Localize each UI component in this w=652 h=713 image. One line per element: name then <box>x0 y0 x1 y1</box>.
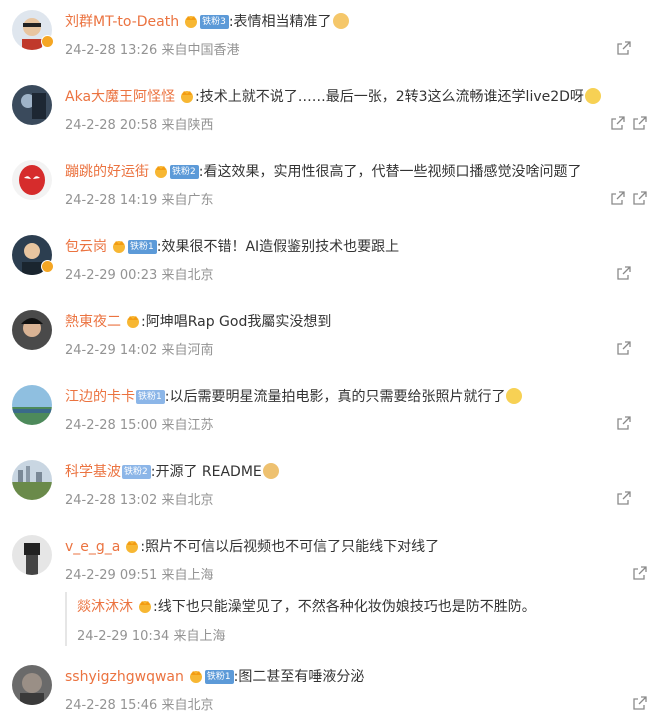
username-link[interactable]: 包云岗 <box>65 239 107 255</box>
crown-badge-icon <box>155 166 167 178</box>
share-icon[interactable] <box>610 115 626 131</box>
comment-time: 24-2-29 09:51 <box>65 568 158 583</box>
comment-time: 24-2-28 13:02 <box>65 493 158 508</box>
avatar[interactable] <box>12 160 52 200</box>
comment-meta: 24-2-28 20:58 来自陕西 <box>65 114 214 133</box>
comment-item: 蹦跳的好运街 铁粉2:看这效果，实用性很高了，代替一些视频口播感觉没啥问题了 24… <box>0 156 652 216</box>
laugh-emoji-icon <box>506 388 523 404</box>
crown-badge-icon <box>189 671 202 683</box>
comment-meta: 24-2-29 00:23 来自北京 <box>65 264 214 283</box>
comment-meta: 24-2-28 15:00 来自江苏 <box>65 414 214 433</box>
verified-badge-icon <box>41 260 54 273</box>
verified-badge-icon <box>41 35 54 48</box>
comment-item: v_e_g_a :照片不可信以后视频也不可信了只能线下对线了 24-2-29 09… <box>0 531 652 591</box>
doge-emoji-icon <box>262 463 279 479</box>
avatar[interactable] <box>12 310 52 350</box>
fan-level-badge: 铁粉2 <box>122 465 151 479</box>
share-icon[interactable] <box>632 695 648 711</box>
fan-level-badge: 铁粉1 <box>128 240 157 254</box>
comment-text: :效果很不错！AI造假鉴别技术也要跟上 <box>156 239 400 255</box>
fan-level-badge: 铁粉1 <box>136 390 165 404</box>
comment-item: 江边的卡卡 铁粉1:以后需要明星流量拍电影，真的只需要给张照片就行了 24-2-2… <box>0 381 652 441</box>
share-icon[interactable] <box>616 490 632 506</box>
comment-meta: 24-2-28 14:19 来自广东 <box>65 189 214 208</box>
share-icon[interactable] <box>616 415 632 431</box>
comment-meta: 24-2-28 13:02 来自北京 <box>65 489 214 508</box>
share-icon[interactable] <box>632 565 648 581</box>
share-icon[interactable] <box>616 40 632 56</box>
avatar[interactable] <box>12 460 52 500</box>
fan-level-badge: 铁粉3 <box>200 15 229 29</box>
comment-meta: 24-2-28 13:26 来自中国香港 <box>65 39 240 58</box>
avatar[interactable] <box>12 535 52 575</box>
comment-time: 24-2-28 13:26 <box>65 43 158 58</box>
username-link[interactable]: 熱東夜二 <box>65 314 121 330</box>
comment-text: :图二甚至有唾液分泌 <box>233 669 365 685</box>
comment-meta: 24-2-29 14:02 来自河南 <box>65 339 214 358</box>
comment-location: 来自北京 <box>161 268 214 283</box>
comment-location: 来自河南 <box>161 343 214 358</box>
comment-meta: 24-2-29 09:51 来自上海 <box>65 564 214 583</box>
thumbs-up-emoji-icon <box>332 13 349 29</box>
crown-badge-icon <box>127 316 139 328</box>
username-link[interactable]: 江边的卡卡 <box>65 389 135 405</box>
comment-text: :开源了 README <box>150 464 262 480</box>
share-icon[interactable] <box>610 190 626 206</box>
username-link[interactable]: 燚沐沐沐 <box>77 599 133 615</box>
comment-text: :以后需要明星流量拍电影，真的只需要给张照片就行了 <box>164 389 506 405</box>
username-link[interactable]: v_e_g_a <box>65 539 120 555</box>
comment-location: 来自中国香港 <box>161 43 240 58</box>
comment-text: :技术上就不说了……最后一张，2转3这么流畅谁还学live2D呀 <box>195 89 584 105</box>
comment-item: 熱東夜二 :阿坤唱Rap God我屬实没想到 24-2-29 14:02 来自河南 <box>0 306 652 366</box>
comment-location: 来自上海 <box>161 568 214 583</box>
comment-item: sshyigzhgwqwan 铁粉1:图二甚至有唾液分泌 24-2-28 15:4… <box>0 661 652 713</box>
comment-item: 科学基波 铁粉2:开源了 README 24-2-28 13:02 来自北京 <box>0 456 652 516</box>
comment-location: 来自陕西 <box>161 118 214 133</box>
more-icon[interactable] <box>632 190 648 206</box>
comment-time: 24-2-28 14:19 <box>65 193 158 208</box>
avatar[interactable] <box>12 665 52 705</box>
comment-text: :线下也只能澡堂见了，不然各种化妆伪娘技巧也是防不胜防。 <box>153 599 536 615</box>
crown-badge-icon <box>185 16 198 28</box>
comment-location: 来自北京 <box>161 493 214 508</box>
share-icon[interactable] <box>616 340 632 356</box>
comment-item: Aka大魔王阿怪怪 :技术上就不说了……最后一张，2转3这么流畅谁还学live2D… <box>0 81 652 141</box>
username-link[interactable]: 蹦跳的好运街 <box>65 164 149 180</box>
crown-badge-icon <box>139 601 151 613</box>
reply-item: 燚沐沐沐 :线下也只能澡堂见了，不然各种化妆伪娘技巧也是防不胜防。 24-2-29… <box>65 592 652 646</box>
username-link[interactable]: Aka大魔王阿怪怪 <box>65 89 175 105</box>
username-link[interactable]: 刘群MT-to-Death <box>65 14 179 30</box>
comment-time: 24-2-29 14:02 <box>65 343 158 358</box>
comment-location: 来自上海 <box>173 629 226 644</box>
comment-text: :照片不可信以后视频也不可信了只能线下对线了 <box>140 539 440 555</box>
comment-text: :看这效果，实用性很高了，代替一些视频口播感觉没啥问题了 <box>198 164 582 180</box>
more-icon[interactable] <box>632 115 648 131</box>
share-icon[interactable] <box>616 265 632 281</box>
comment-time: 24-2-28 15:00 <box>65 418 158 433</box>
comment-time: 24-2-28 20:58 <box>65 118 158 133</box>
username-link[interactable]: 科学基波 <box>65 464 121 480</box>
fan-level-badge: 铁粉1 <box>204 670 234 684</box>
comment-item: 包云岗 铁粉1:效果很不错！AI造假鉴别技术也要跟上 24-2-29 00:23 … <box>0 231 652 291</box>
smile-emoji-icon <box>584 88 601 104</box>
fan-level-badge: 铁粉2 <box>170 165 199 179</box>
crown-badge-icon <box>113 241 125 253</box>
crown-badge-icon <box>126 541 139 553</box>
comment-meta: 24-2-29 10:34 来自上海 <box>77 625 226 644</box>
comment-item: 刘群MT-to-Death 铁粉3:表情相当精准了 24-2-28 13:26 来… <box>0 6 652 66</box>
comment-location: 来自广东 <box>161 193 214 208</box>
comment-time: 24-2-29 10:34 <box>77 629 170 644</box>
crown-badge-icon <box>181 91 194 103</box>
comment-text: :表情相当精准了 <box>228 14 332 30</box>
comment-meta: 24-2-28 15:46 来自北京 <box>65 694 214 713</box>
comment-time: 24-2-29 00:23 <box>65 268 158 283</box>
comment-location: 来自江苏 <box>161 418 214 433</box>
username-link[interactable]: sshyigzhgwqwan <box>65 669 184 685</box>
avatar[interactable] <box>12 385 52 425</box>
avatar[interactable] <box>12 85 52 125</box>
comment-text: :阿坤唱Rap God我屬实没想到 <box>141 314 332 330</box>
